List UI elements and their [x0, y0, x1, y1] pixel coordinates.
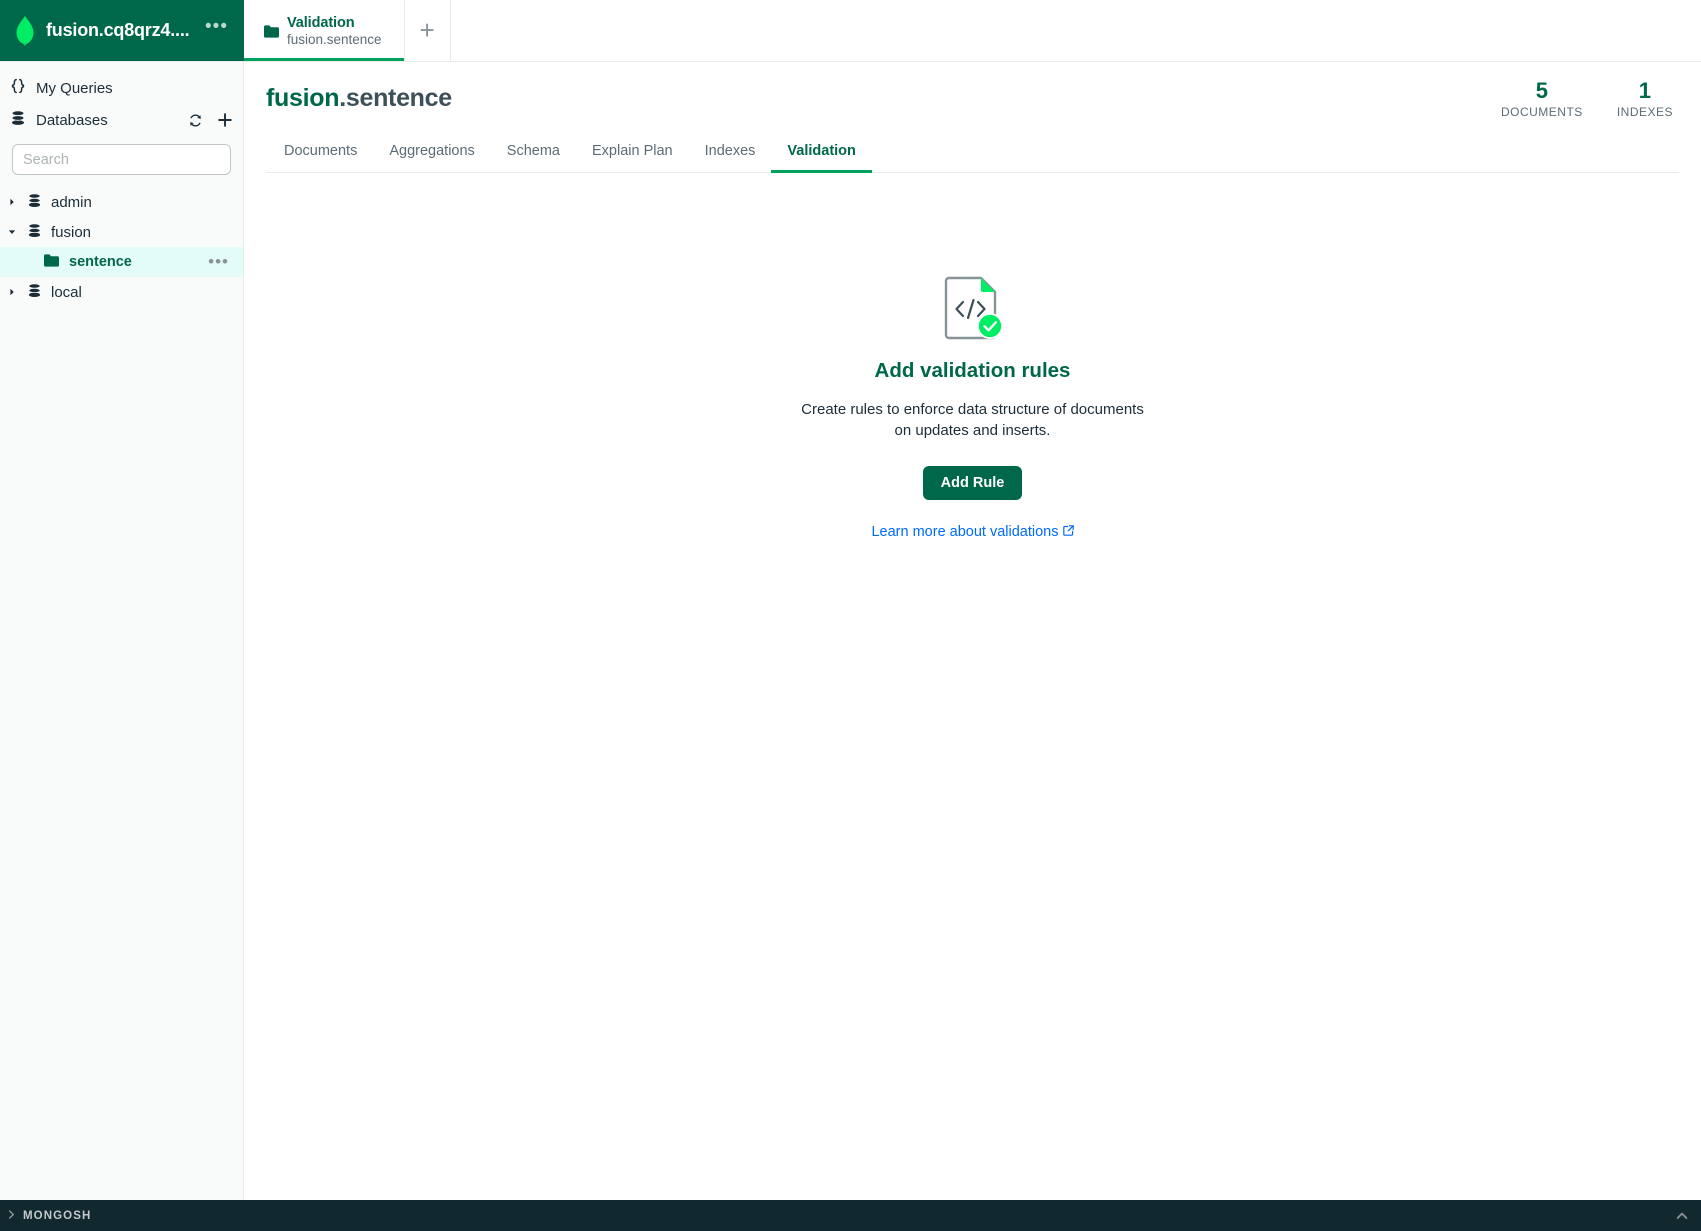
collection-stats: 5 DOCUMENTS 1 INDEXES	[1500, 78, 1673, 120]
learn-more-link-label: Learn more about validations	[871, 523, 1059, 540]
curly-braces-icon	[10, 78, 26, 98]
database-icon	[27, 222, 42, 242]
connection-overflow-menu-icon[interactable]: •••	[199, 17, 234, 39]
tree-item-sentence[interactable]: sentence •••	[0, 247, 243, 277]
tree-item-admin[interactable]: admin	[0, 187, 243, 217]
tree-item-label: sentence	[69, 254, 132, 270]
tab-strip-empty-area	[450, 0, 1701, 61]
tree-item-label: admin	[51, 193, 92, 211]
validation-document-check-icon	[937, 273, 1009, 345]
collection-overflow-menu-icon[interactable]: •••	[208, 253, 229, 270]
tree-item-fusion[interactable]: fusion	[0, 217, 243, 247]
chevron-right-icon[interactable]	[6, 1207, 17, 1225]
tree-item-label: local	[51, 283, 82, 301]
main-content: fusion.sentence 5 DOCUMENTS 1 INDEXES Do…	[244, 62, 1701, 1200]
tab-validation[interactable]: Validation	[771, 137, 872, 173]
connection-block[interactable]: fusion.cq8qrz4.... •••	[0, 0, 244, 61]
sidebar-item-databases[interactable]: Databases	[0, 104, 243, 136]
namespace-collection: sentence	[345, 84, 452, 112]
top-bar: fusion.cq8qrz4.... ••• Validation fusion…	[0, 0, 1701, 62]
tab-title: Validation	[287, 14, 355, 31]
stat-label: INDEXES	[1616, 105, 1673, 119]
namespace-database: fusion	[266, 84, 340, 112]
namespace-separator: .	[339, 84, 346, 112]
stat-value: 5	[1535, 78, 1549, 103]
chevron-right-icon[interactable]	[6, 198, 18, 206]
tab-subtitle: fusion.sentence	[287, 31, 382, 47]
workspace-tab-validation[interactable]: Validation fusion.sentence	[244, 0, 405, 61]
folder-icon	[264, 25, 279, 38]
database-icon	[10, 110, 26, 130]
stat-indexes: 1 INDEXES	[1616, 78, 1673, 120]
database-tree: admin fusion sentence ••• local	[0, 187, 243, 307]
chevron-down-icon[interactable]	[6, 228, 18, 236]
body: My Queries Databases Search admin fusion…	[0, 62, 1701, 1200]
collection-tab-bar: Documents Aggregations Schema Explain Pl…	[266, 137, 1679, 173]
sidebar-item-label: My Queries	[36, 79, 113, 97]
stat-documents: 5 DOCUMENTS	[1500, 78, 1583, 120]
chevron-right-icon[interactable]	[6, 288, 18, 296]
stat-label: DOCUMENTS	[1500, 105, 1583, 119]
tab-schema[interactable]: Schema	[491, 137, 576, 172]
tab-aggregations[interactable]: Aggregations	[373, 137, 490, 172]
tab-strip: Validation fusion.sentence +	[244, 0, 1701, 61]
folder-icon	[44, 253, 59, 271]
validation-panel: Add validation rules Create rules to enf…	[244, 173, 1701, 1200]
sidebar-item-my-queries[interactable]: My Queries	[0, 72, 243, 104]
chevron-up-icon[interactable]	[1675, 1209, 1689, 1223]
tab-documents[interactable]: Documents	[268, 137, 373, 172]
add-rule-button[interactable]: Add Rule	[922, 465, 1023, 500]
database-icon	[27, 192, 42, 212]
sidebar: My Queries Databases Search admin fusion…	[0, 62, 244, 1200]
stat-value: 1	[1638, 78, 1652, 103]
refresh-icon[interactable]	[188, 113, 203, 128]
mongosh-label: MONGOSH	[23, 1209, 92, 1222]
database-icon	[27, 282, 42, 302]
collection-header: fusion.sentence 5 DOCUMENTS 1 INDEXES Do…	[244, 62, 1701, 173]
external-link-icon	[1062, 524, 1074, 536]
learn-more-link[interactable]: Learn more about validations	[871, 523, 1074, 540]
empty-state: Add validation rules Create rules to enf…	[758, 273, 1188, 1200]
page-title: fusion.sentence	[266, 84, 1679, 113]
sidebar-item-label: Databases	[36, 111, 108, 129]
search-input[interactable]	[12, 144, 231, 175]
sidebar-search-wrapper	[0, 136, 243, 181]
app-window: fusion.cq8qrz4.... ••• Validation fusion…	[0, 0, 1701, 1231]
tree-item-local[interactable]: local	[0, 277, 243, 307]
plus-icon[interactable]	[217, 112, 233, 128]
tab-indexes[interactable]: Indexes	[689, 137, 772, 172]
new-tab-button[interactable]: +	[404, 0, 451, 61]
tree-item-label: fusion	[51, 223, 92, 241]
empty-state-title: Add validation rules	[874, 359, 1071, 382]
empty-state-description: Create rules to enforce data structure o…	[801, 401, 1144, 440]
mongodb-leaf-icon	[14, 15, 36, 46]
connection-name: fusion.cq8qrz4....	[46, 20, 190, 40]
tab-explain-plan[interactable]: Explain Plan	[576, 137, 689, 172]
mongosh-bar[interactable]: MONGOSH	[0, 1200, 1701, 1231]
